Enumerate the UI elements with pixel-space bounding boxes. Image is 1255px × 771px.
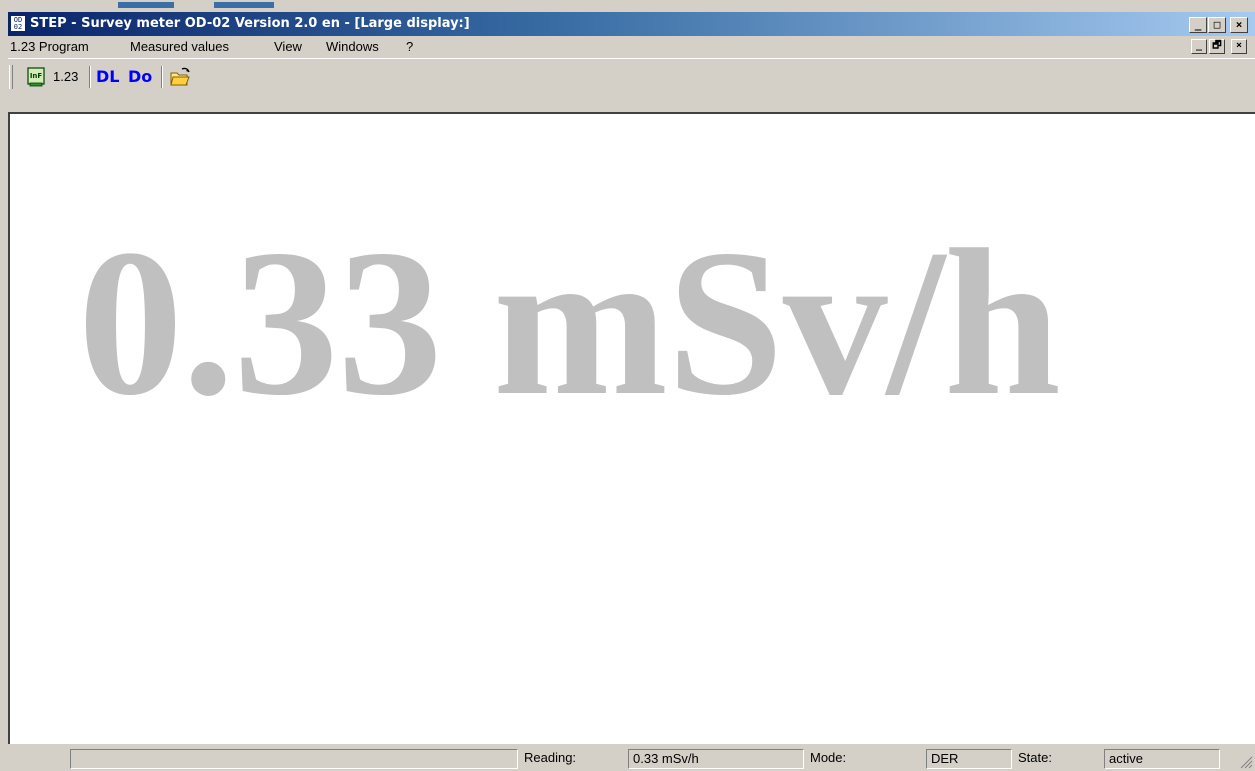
minimize-button[interactable]: _ bbox=[1189, 17, 1207, 33]
dl-button[interactable]: DL bbox=[96, 65, 122, 89]
state-value: active bbox=[1104, 749, 1220, 769]
open-folder-icon bbox=[170, 67, 190, 86]
mdi-restore-button[interactable]: 🗗 bbox=[1209, 39, 1225, 54]
mdi-minimize-button[interactable]: _ bbox=[1191, 39, 1207, 54]
menu-measured-values[interactable]: Measured values bbox=[130, 39, 229, 54]
info-icon-label: InF bbox=[30, 72, 43, 80]
desktop-strip-segment bbox=[214, 2, 274, 8]
toolbar-grip[interactable] bbox=[9, 65, 13, 89]
menu-help[interactable]: ? bbox=[406, 39, 413, 54]
desktop-top-strip bbox=[0, 0, 1255, 12]
menu-program[interactable]: 1.23 Program bbox=[10, 39, 89, 54]
do-button[interactable]: Do bbox=[128, 65, 154, 89]
toolbar-separator bbox=[89, 66, 91, 88]
info-icon: InF bbox=[27, 67, 45, 87]
app-icon[interactable]: OD 02 bbox=[10, 15, 26, 32]
main-window: OD 02 STEP - Survey meter OD-02 Version … bbox=[8, 12, 1255, 771]
large-display-button[interactable]: 1.23 bbox=[53, 65, 83, 89]
mdi-close-button[interactable]: × bbox=[1231, 39, 1247, 54]
menu-view[interactable]: View bbox=[274, 39, 302, 54]
status-bar: Reading: 0.33 mSv/h Mode: DER State: act… bbox=[8, 748, 1255, 771]
large-display-window: 0.33 mSv/h bbox=[8, 112, 1255, 744]
mode-label: Mode: bbox=[810, 750, 847, 765]
reading-value: 0.33 mSv/h bbox=[628, 749, 804, 769]
reading-label: Reading: bbox=[524, 750, 577, 765]
mode-value: DER bbox=[926, 749, 1012, 769]
state-label: State: bbox=[1018, 750, 1052, 765]
close-button[interactable]: × bbox=[1230, 17, 1248, 33]
info-button[interactable]: InF bbox=[24, 65, 48, 89]
desktop-strip-segment bbox=[118, 2, 174, 8]
open-file-button[interactable] bbox=[168, 65, 194, 89]
window-title: STEP - Survey meter OD-02 Version 2.0 en… bbox=[30, 16, 470, 31]
large-reading-display: 0.33 mSv/h bbox=[78, 207, 1061, 439]
menu-windows[interactable]: Windows bbox=[326, 39, 379, 54]
toolbar: InF 1.23 DL Do bbox=[8, 58, 1255, 110]
toolbar-separator bbox=[161, 66, 163, 88]
title-bar[interactable]: OD 02 STEP - Survey meter OD-02 Version … bbox=[8, 12, 1255, 36]
resize-grip-icon[interactable] bbox=[1239, 755, 1253, 769]
maximize-button[interactable]: □ bbox=[1208, 17, 1226, 33]
menu-bar: 1.23 Program Measured values View Window… bbox=[8, 36, 1255, 58]
status-message-panel bbox=[70, 749, 518, 769]
